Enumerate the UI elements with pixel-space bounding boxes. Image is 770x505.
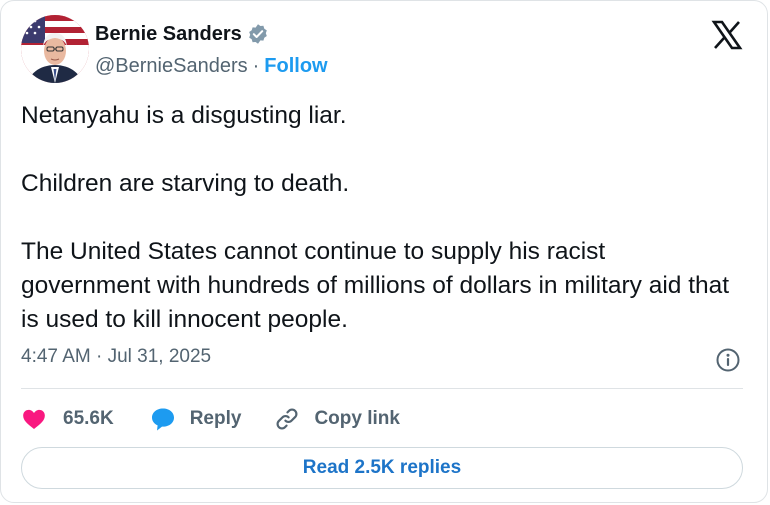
tweet-paragraph: Netanyahu is a disgusting liar. xyxy=(21,102,347,129)
author-names: Bernie Sanders @BernieSanders · Follow xyxy=(95,17,328,81)
separator: · xyxy=(252,54,260,77)
avatar[interactable] xyxy=(21,15,89,83)
heart-icon xyxy=(23,409,45,429)
divider xyxy=(21,388,743,389)
copy-link-button[interactable]: Copy link xyxy=(274,406,400,432)
tweet-card: Bernie Sanders @BernieSanders · Follow N… xyxy=(0,0,768,503)
display-name[interactable]: Bernie Sanders xyxy=(95,23,242,46)
follow-button[interactable]: Follow xyxy=(264,55,327,78)
like-count: 65.6K xyxy=(63,408,114,429)
tweet-paragraph: Children are starving to death. xyxy=(21,170,350,197)
verified-badge-icon xyxy=(247,23,269,45)
read-replies-button[interactable]: Read 2.5K replies xyxy=(21,447,743,489)
reply-button[interactable]: Reply xyxy=(150,406,242,432)
handle[interactable]: @BernieSanders xyxy=(95,55,248,78)
tweet-paragraph: The United States cannot continue to sup… xyxy=(21,238,730,333)
tweet-text: Netanyahu is a disgusting liar. Children… xyxy=(21,99,741,337)
tweet-actions: 65.6K Reply Copy link xyxy=(21,403,400,435)
display-name-row: Bernie Sanders xyxy=(95,17,328,51)
info-icon[interactable] xyxy=(715,347,741,373)
x-logo-icon[interactable] xyxy=(711,19,743,51)
like-button[interactable]: 65.6K xyxy=(21,406,114,432)
reply-label: Reply xyxy=(189,408,242,429)
tweet-timestamp[interactable]: 4:47 AM · Jul 31, 2025 xyxy=(21,346,211,368)
reply-bubble-icon xyxy=(151,408,174,431)
handle-row: @BernieSanders · Follow xyxy=(95,51,328,81)
copy-link-label: Copy link xyxy=(314,408,400,429)
link-icon xyxy=(276,408,298,430)
tweet-header: Bernie Sanders @BernieSanders · Follow xyxy=(21,15,328,83)
